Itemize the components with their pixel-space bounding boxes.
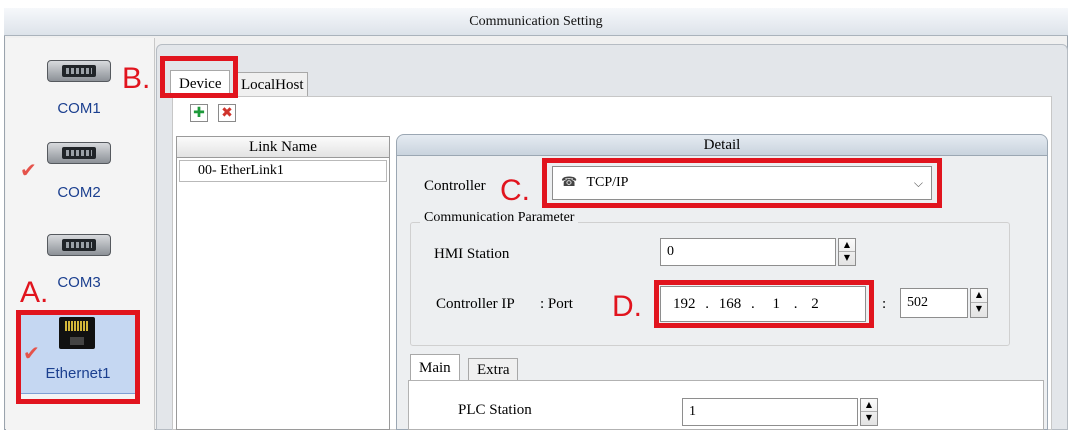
annotation-marker-a: A. (20, 276, 49, 309)
port-label: COM2 (57, 184, 101, 201)
highlight-box-d (654, 280, 874, 328)
controller-label: Controller (424, 178, 486, 194)
highlight-box-a (16, 310, 140, 404)
communication-parameter-label: Communication Parameter (420, 210, 579, 226)
serial-port-icon (47, 60, 111, 82)
tab-localhost[interactable]: LocalHost (236, 72, 309, 96)
serial-port-icon (47, 234, 111, 256)
port-label-text: : Port (540, 296, 573, 312)
highlight-box-c (542, 158, 942, 208)
port-item-com2[interactable]: ✔ COM2 (6, 134, 152, 204)
port-stepper[interactable]: ▲ ▼ (970, 288, 988, 318)
list-item[interactable]: 00- EtherLink1 (179, 160, 387, 182)
annotation-marker-d: D. (612, 290, 642, 323)
add-link-icon[interactable]: ✚ (190, 104, 208, 122)
annotation-marker-b: B. (122, 62, 151, 95)
hmi-station-label: HMI Station (434, 246, 510, 262)
plc-station-stepper[interactable]: ▲ ▼ (860, 398, 878, 426)
port-label: COM1 (57, 100, 101, 117)
window-title: Communication Setting (4, 8, 1068, 36)
hmi-station-stepper[interactable]: ▲ ▼ (838, 238, 856, 266)
link-name-header: Link Name (176, 136, 390, 158)
tab-main[interactable]: Main (410, 354, 460, 382)
link-toolbar: ✚ ✖ (176, 100, 1042, 126)
detail-header: Detail (396, 134, 1048, 156)
link-list: 00- EtherLink1 (176, 158, 390, 430)
annotation-marker-c: C. (500, 174, 530, 207)
check-icon: ✔ (20, 158, 37, 182)
serial-port-icon (47, 142, 111, 164)
controller-ip-label: Controller IP (436, 296, 515, 312)
port-separator: : (882, 296, 887, 312)
delete-link-icon[interactable]: ✖ (218, 104, 236, 122)
plc-station-input[interactable]: 1 (682, 398, 858, 426)
plc-station-label: PLC Station (458, 402, 532, 418)
tab-extra[interactable]: Extra (468, 358, 519, 382)
port-input[interactable]: 502 (900, 288, 968, 318)
hmi-station-input[interactable]: 0 (660, 238, 836, 266)
highlight-box-b (160, 56, 238, 98)
